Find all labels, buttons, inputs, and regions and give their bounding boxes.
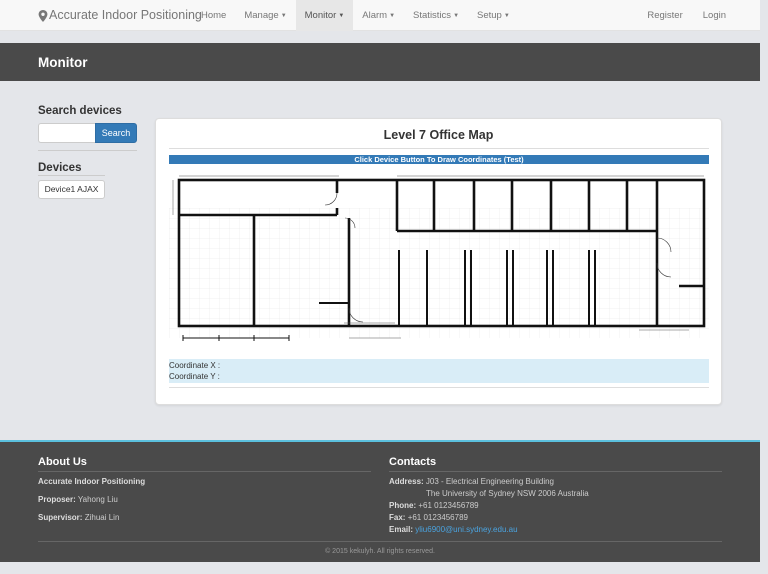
- address-line1: J03 - Electrical Engineering Building: [425, 477, 554, 486]
- search-input[interactable]: [38, 123, 95, 143]
- footer-divider: [38, 541, 722, 542]
- nav-home-label: Home: [201, 10, 227, 21]
- nav-monitor[interactable]: Monitor ▼: [295, 0, 354, 31]
- sidebar-divider: [38, 150, 137, 151]
- main-nav: Home Manage ▼ Monitor ▼ Alarm ▼ Statistics ▼…: [192, 0, 519, 31]
- page-header: Monitor: [0, 43, 760, 81]
- about-org: Accurate Indoor Positioning: [38, 477, 145, 486]
- nav-setup-label: Setup: [477, 10, 502, 21]
- brand-text: Accurate Indoor Positioning: [49, 8, 202, 22]
- contacts-title: Contacts: [389, 456, 437, 468]
- caret-down-icon: ▼: [338, 13, 345, 19]
- nav-alarm-label: Alarm: [362, 10, 388, 21]
- nav-monitor-label: Monitor: [304, 10, 337, 21]
- map-title: Level 7 Office Map: [383, 128, 494, 142]
- coordinate-y-label: Coordinate Y :: [169, 372, 220, 381]
- floor-plan-drawing: [169, 168, 709, 348]
- email-label: Email:: [389, 525, 414, 534]
- fax-value: +61 0123456789: [407, 513, 468, 522]
- navbar: Accurate Indoor Positioning Home Manage ▼…: [0, 0, 760, 31]
- nav-alarm[interactable]: Alarm ▼: [353, 0, 404, 31]
- contacts-divider: [389, 471, 722, 472]
- about-us-title: About Us: [38, 456, 87, 468]
- devices-title: Devices: [38, 162, 82, 174]
- nav-manage[interactable]: Manage ▼: [235, 0, 295, 31]
- proposer-line: Proposer: Yahong Liu: [38, 495, 118, 504]
- supervisor-name: Zihuai Lin: [84, 513, 120, 522]
- coordinate-x-label: Coordinate X :: [169, 361, 221, 370]
- phone-line: Phone: +61 0123456789: [389, 501, 479, 510]
- fax-line: Fax: +61 0123456789: [389, 513, 468, 522]
- footer: About Us Accurate Indoor Positioning Pro…: [0, 440, 760, 562]
- about-divider: [38, 471, 371, 472]
- copyright: © 2015 kekulyh. All rights reserved.: [325, 548, 435, 555]
- brand-link[interactable]: Accurate Indoor Positioning: [38, 0, 202, 31]
- login-link[interactable]: Login: [693, 0, 736, 31]
- phone-value: +61 0123456789: [418, 501, 479, 510]
- register-link[interactable]: Register: [637, 0, 692, 31]
- floor-map[interactable]: [169, 168, 709, 348]
- supervisor-line: Supervisor: Zihuai Lin: [38, 513, 119, 522]
- map-panel: Level 7 Office Map Click Device Button T…: [155, 118, 722, 405]
- device-button-device1[interactable]: Device1 AJAX: [38, 180, 105, 199]
- caret-down-icon: ▼: [389, 13, 396, 19]
- search-devices-title: Search devices: [38, 105, 122, 117]
- nav-manage-label: Manage: [244, 10, 279, 21]
- proposer-label: Proposer:: [38, 495, 76, 504]
- devices-divider: [38, 175, 105, 176]
- draw-coordinates-button[interactable]: Click Device Button To Draw Coordinates …: [169, 155, 709, 164]
- caret-down-icon: ▼: [280, 13, 287, 19]
- nav-statistics[interactable]: Statistics ▼: [404, 0, 468, 31]
- panel-divider: [169, 148, 709, 149]
- nav-statistics-label: Statistics: [413, 10, 452, 21]
- fax-label: Fax:: [389, 513, 406, 522]
- org-name: Accurate Indoor Positioning: [38, 477, 146, 486]
- address-line: Address: J03 - Electrical Engineering Bu…: [389, 477, 554, 486]
- nav-home[interactable]: Home: [192, 0, 235, 31]
- coordinates-box: Coordinate X : Coordinate Y :: [169, 359, 709, 383]
- email-line: Email: yliu6900@uni.sydney.edu.au: [389, 525, 518, 534]
- proposer-name: Yahong Liu: [77, 495, 118, 504]
- nav-right: Register Login: [637, 0, 736, 31]
- caret-down-icon: ▼: [453, 13, 460, 19]
- search-button[interactable]: Search: [95, 123, 137, 143]
- caret-down-icon: ▼: [503, 13, 510, 19]
- email-link[interactable]: yliu6900@uni.sydney.edu.au: [415, 525, 517, 534]
- nav-setup[interactable]: Setup ▼: [468, 0, 519, 31]
- map-marker-icon: [38, 9, 48, 22]
- phone-label: Phone:: [389, 501, 417, 510]
- panel-bottom-divider: [169, 387, 709, 388]
- page-title: Monitor: [38, 55, 88, 70]
- supervisor-label: Supervisor:: [38, 513, 83, 522]
- address-label: Address:: [389, 477, 424, 486]
- address-line2: The University of Sydney NSW 2006 Austra…: [426, 489, 589, 498]
